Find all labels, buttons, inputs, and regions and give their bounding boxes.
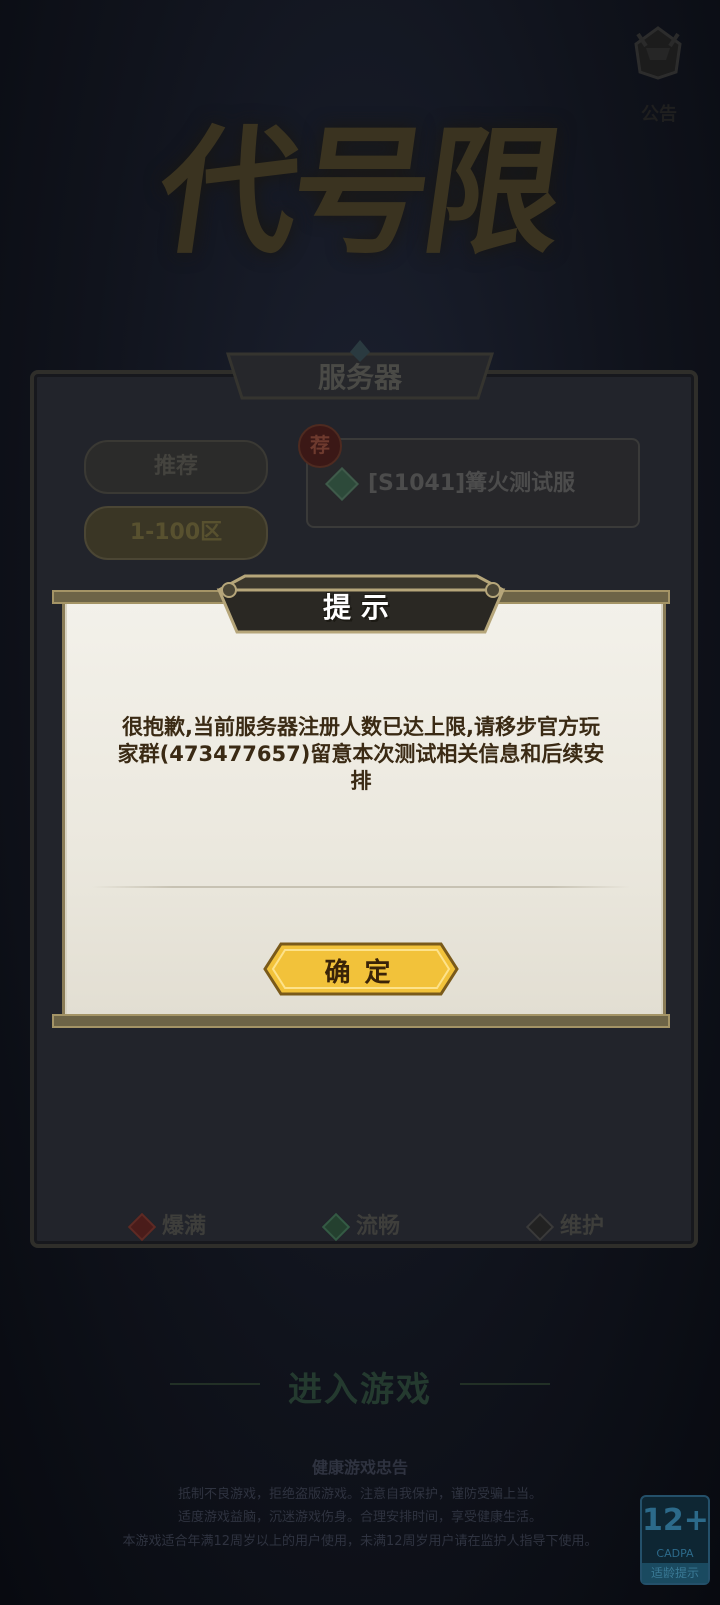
- dialog-title: 提示: [322, 591, 399, 624]
- game-screen: 代号限 公告 服务器 推荐 1-100区 荐 [S1041]篝火测试服 爆满 流…: [0, 0, 720, 1605]
- legend-smooth: 流畅: [321, 1208, 401, 1242]
- health-advice-line: 适度游戏益脑，沉迷游戏伤身。合理安排时间，享受健康生活。: [177, 1510, 542, 1525]
- health-advice-line: 本游戏适合年满12周岁以上的用户使用，未满12周岁用户请在监护人指导下使用。: [122, 1534, 598, 1549]
- tab-zone-1-100-label: 1-100区: [129, 520, 223, 545]
- game-logo: 代号限: [149, 40, 570, 273]
- legend-maintenance-label: 维护: [560, 1214, 605, 1239]
- helmet-icon: [634, 26, 682, 80]
- legend-maintenance: 维护: [525, 1208, 605, 1242]
- tab-recommended[interactable]: 推荐: [84, 440, 268, 494]
- age-rating-number: 12+: [642, 1503, 709, 1538]
- dialog-message: 很抱歉,当前服务器注册人数已达上限,请移步官方玩家群(473477657)留意本…: [117, 715, 605, 793]
- dialog-bottom-bar: [52, 1014, 670, 1028]
- age-rating-tip: 适龄提示: [642, 1563, 708, 1583]
- gem-icon: [321, 1212, 351, 1242]
- dialog-divider: [92, 886, 630, 888]
- enter-game-button[interactable]: 进入游戏: [0, 1362, 720, 1411]
- prompt-dialog: 提示 很抱歉,当前服务器注册人数已达上限,请移步官方玩家群(473477657)…: [52, 568, 670, 1036]
- gem-icon: [525, 1212, 555, 1242]
- legend-smooth-label: 流畅: [356, 1214, 401, 1239]
- recommended-badge: 荐: [298, 424, 342, 468]
- notice-label: 公告: [641, 104, 677, 125]
- confirm-label: 确定: [324, 958, 405, 988]
- legend-full-label: 爆满: [162, 1214, 207, 1239]
- tab-zone-1-100[interactable]: 1-100区: [84, 506, 268, 560]
- confirm-button[interactable]: 确定: [263, 940, 459, 998]
- notice-button[interactable]: 公告: [622, 22, 696, 125]
- age-rating-org: CADPA: [656, 1547, 694, 1560]
- server-panel-title: 服务器: [317, 361, 402, 394]
- game-logo-text: 代号限: [148, 110, 568, 273]
- server-name: [S1041]篝火测试服: [368, 471, 576, 496]
- legend-full: 爆满: [127, 1208, 207, 1242]
- health-advice-line: 抵制不良游戏，拒绝盗版游戏。注意自我保护，谨防受骗上当。: [177, 1487, 542, 1502]
- health-advice-title: 健康游戏忠告: [311, 1458, 408, 1477]
- tab-recommended-label: 推荐: [153, 454, 198, 479]
- gem-icon: [127, 1212, 157, 1242]
- age-rating-badge: 12+ CADPA 适龄提示: [640, 1495, 710, 1585]
